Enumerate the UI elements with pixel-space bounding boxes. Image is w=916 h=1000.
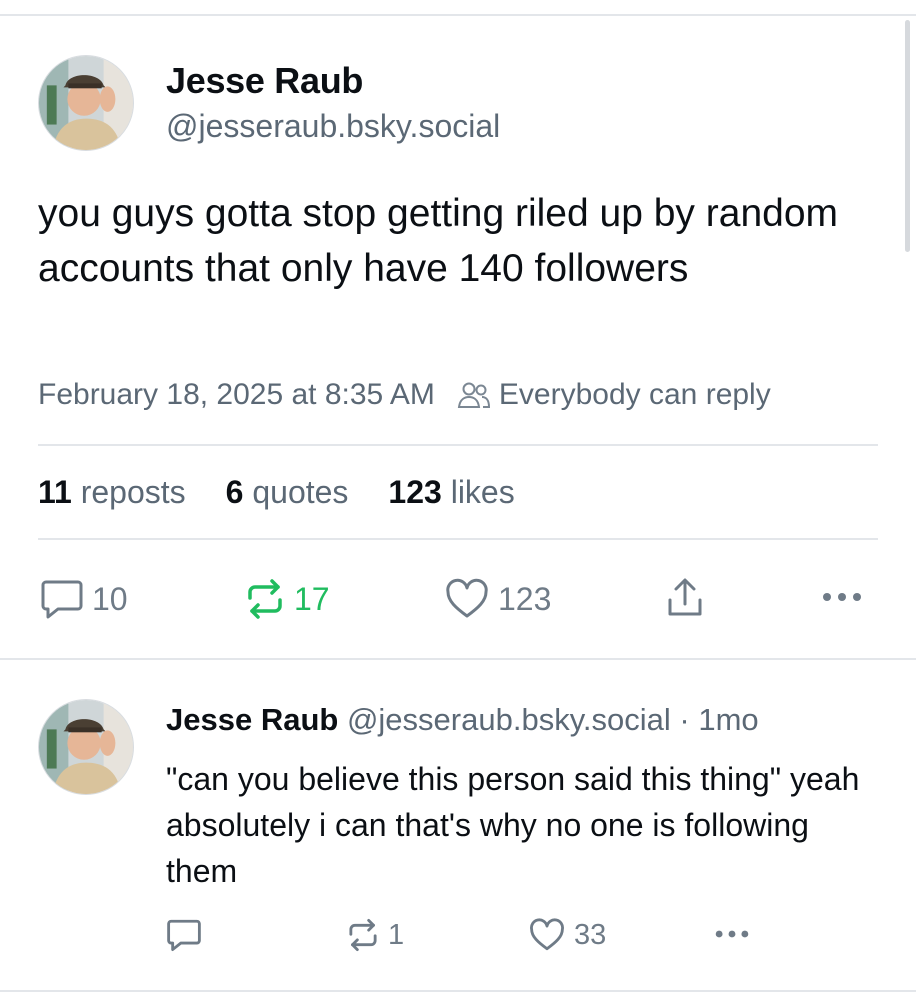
post-timestamp: February 18, 2025 at 8:35 AM: [38, 378, 435, 411]
share-icon: [668, 578, 702, 616]
reply-button[interactable]: 10: [40, 578, 128, 620]
more-icon: [823, 593, 861, 601]
post-text: you guys gotta stop getting riled up by …: [38, 192, 838, 290]
scrollbar[interactable]: [905, 20, 910, 252]
bottom-divider: [0, 990, 916, 992]
repost-button[interactable]: 17: [244, 578, 330, 620]
reply-text: "can you believe this person said this t…: [166, 761, 860, 889]
reply-time[interactable]: 1mo: [698, 702, 758, 737]
top-divider: [0, 14, 916, 16]
reply-header: Jesse Raub @jesseraub.bsky.social · 1mo: [166, 702, 759, 738]
likes-stat[interactable]: 123 likes: [388, 474, 514, 511]
repost-icon: [349, 919, 377, 951]
reply-like-count: 33: [574, 918, 607, 951]
reply-repost-count: 1: [388, 918, 405, 951]
repost-icon: [248, 579, 282, 619]
like-button[interactable]: 123: [444, 578, 551, 620]
avatar-photo: [39, 56, 133, 150]
avatar-photo: [39, 700, 133, 794]
reply-icon: [167, 919, 201, 951]
post-meta: February 18, 2025 at 8:35 AM Everybody c…: [38, 378, 771, 412]
more-icon: [715, 930, 749, 938]
repost-count: 17: [294, 580, 330, 617]
more-options-button[interactable]: [820, 590, 864, 604]
share-button[interactable]: [664, 576, 706, 620]
reply-repost-button[interactable]: 1: [346, 918, 404, 952]
post-stats: 11 reposts 6 quotes 123 likes: [38, 474, 555, 511]
reply-more-options-button[interactable]: [712, 928, 752, 940]
divider: [38, 538, 878, 540]
reply-author-name[interactable]: Jesse Raub: [166, 702, 338, 737]
reply-setting[interactable]: Everybody can reply: [499, 378, 771, 412]
reposts-stat[interactable]: 11 reposts: [38, 474, 186, 511]
reply-count: 10: [92, 580, 128, 617]
divider: [38, 444, 878, 446]
like-count: 123: [498, 580, 552, 617]
reply-author-avatar[interactable]: [38, 699, 134, 795]
reply-author-handle[interactable]: @jesseraub.bsky.social: [347, 702, 671, 737]
reply-reply-button[interactable]: [166, 918, 202, 952]
heart-icon: [530, 918, 564, 951]
post-divider: [0, 658, 916, 660]
people-icon: [457, 382, 490, 408]
quotes-stat[interactable]: 6 quotes: [226, 474, 349, 511]
reply-icon: [41, 580, 83, 619]
author-name[interactable]: Jesse Raub: [166, 60, 363, 102]
author-avatar[interactable]: [38, 55, 134, 151]
reply-like-button[interactable]: 33: [528, 918, 606, 952]
heart-icon: [446, 578, 488, 618]
author-handle[interactable]: @jesseraub.bsky.social: [166, 108, 500, 145]
reply-separator: ·: [679, 702, 690, 737]
